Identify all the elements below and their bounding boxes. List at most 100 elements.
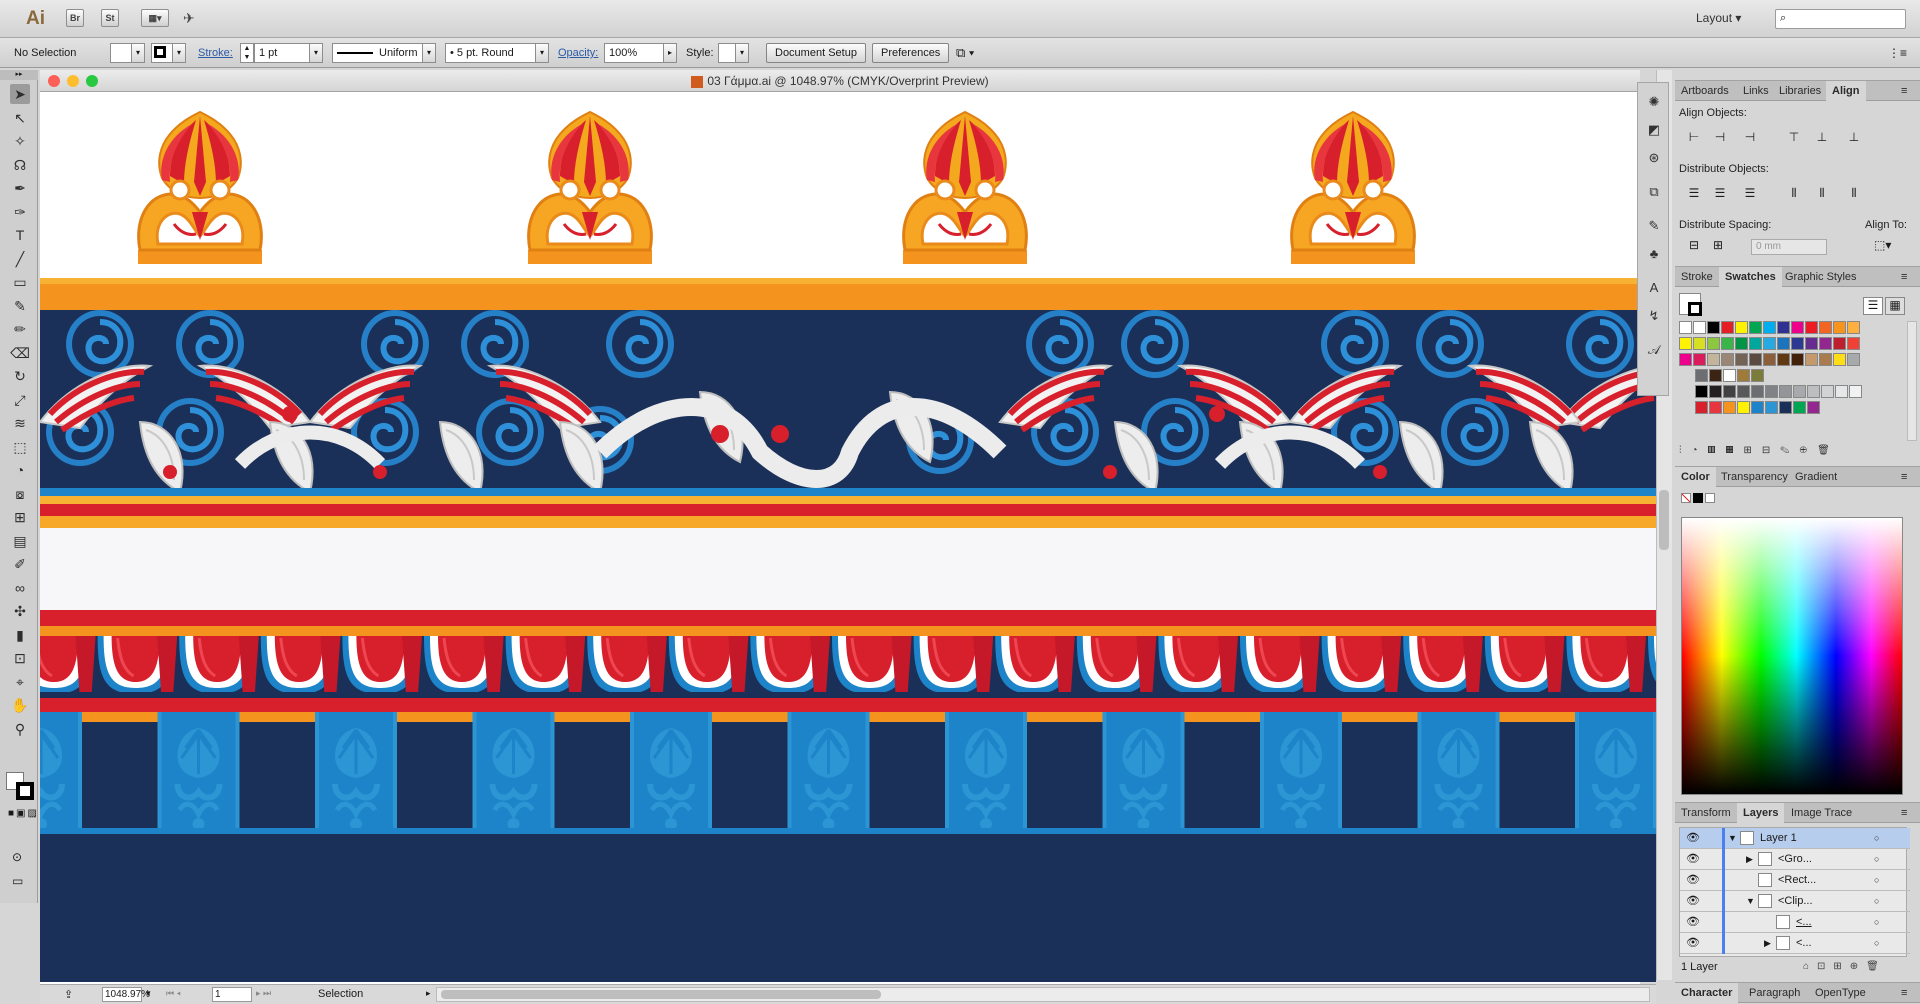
expand-triangle-icon[interactable]: ▶ [1746,849,1753,870]
tab-opentype[interactable]: OpenType [1809,983,1872,1003]
eyedropper-icon[interactable]: ✐ [10,554,30,574]
opacity-field[interactable]: 100% [604,43,664,63]
selection-icon[interactable]: ➤ [10,84,30,104]
swatch[interactable] [1763,337,1776,350]
stock-button[interactable]: St [101,9,119,27]
align-hcenter-icon[interactable]: ⊣ [1711,127,1729,145]
visibility-eye-icon[interactable]: 👁 [1686,912,1700,933]
zoom-dropdown-icon[interactable]: ▾ [146,988,151,999]
symbol-sprayer-icon[interactable]: ✣ [10,601,30,621]
zoom-window-button[interactable] [86,75,98,87]
swatch[interactable] [1707,337,1720,350]
layer-row-clip[interactable]: 👁 ▼ <Clip... ○ [1680,891,1910,912]
swatch[interactable] [1695,369,1708,382]
swatch[interactable] [1821,385,1834,398]
stroke-link[interactable]: Stroke: [198,45,233,63]
black-color-swatch[interactable] [1693,493,1703,503]
fill-stroke-proxy[interactable] [1679,293,1702,316]
swatch[interactable] [1763,353,1776,366]
symbols-icon[interactable]: ♣ [1645,245,1663,263]
horizontal-scroll-thumb[interactable] [441,990,881,999]
workspace-switcher[interactable]: Layout ▾ [1696,11,1741,25]
dist-right-icon[interactable]: ⫴ [1845,183,1863,201]
close-window-button[interactable] [48,75,60,87]
swatch[interactable] [1765,385,1778,398]
swatch[interactable] [1777,321,1790,334]
layer-row-path[interactable]: 👁 <... ○ [1680,912,1910,933]
graph-icon[interactable]: ▮ [10,625,30,645]
target-circle-icon[interactable]: ○ [1874,912,1879,933]
artboard-icon[interactable]: ⊡ [10,648,30,668]
hand-icon[interactable]: ✋ [10,695,30,715]
align-top-icon[interactable]: ⊤ [1785,127,1803,145]
tab-graphic-styles[interactable]: Graphic Styles [1779,267,1863,287]
align-vcenter-icon[interactable]: ⊥ [1813,127,1831,145]
spacing-value-field[interactable]: 0 mm [1751,239,1827,255]
swatches-menu-icon[interactable]: ≡ [1895,267,1913,287]
color-mode-icons[interactable]: ■▣▨ [8,808,39,819]
layer-row-sub[interactable]: 👁 ▶ <... ○ [1680,933,1910,954]
vertical-distribute-space-icon[interactable]: ⊟ [1685,237,1703,255]
swatch[interactable] [1849,385,1862,398]
swatches-scrollbar[interactable] [1907,321,1917,441]
expand-triangle-icon[interactable]: ▶ [1764,933,1771,954]
swatch[interactable] [1721,337,1734,350]
align-to-selection-icon[interactable]: ⬚▾ [1873,237,1891,255]
brush-dropdown[interactable]: ▾ [535,43,549,63]
tab-color[interactable]: Color [1675,467,1716,487]
free-transform-icon[interactable]: ⬚ [10,437,30,457]
swatch[interactable] [1807,385,1820,398]
layers-menu-icon[interactable]: ≡ [1895,803,1913,823]
swatch[interactable] [1805,353,1818,366]
swatch[interactable] [1735,321,1748,334]
dist-bottom-icon[interactable]: ☰ [1741,183,1759,201]
swatch[interactable] [1751,369,1764,382]
rotate-icon[interactable]: ↻ [10,366,30,386]
swatch[interactable] [1847,353,1860,366]
swatch[interactable] [1707,321,1720,334]
expand-triangle-icon[interactable]: ▼ [1746,891,1755,912]
next-artboard-icon[interactable]: ▸ ⏭ [256,988,271,999]
dist-hcenter-icon[interactable]: ⫴ [1813,183,1831,201]
list-view-icon[interactable]: ☰ [1863,297,1883,315]
drawing-mode-icon[interactable]: ⊙ [12,850,22,864]
pencil-icon[interactable]: ✏ [10,319,30,339]
swatch[interactable] [1751,385,1764,398]
white-color-swatch[interactable] [1705,493,1715,503]
bridge-button[interactable]: Br [66,9,84,27]
swatch[interactable] [1709,385,1722,398]
direct-selection-icon[interactable]: ↖ [10,108,30,128]
swatch[interactable] [1721,353,1734,366]
shape-builder-icon[interactable]: ◔ [10,460,30,480]
thumbnail-view-icon[interactable]: ▦ [1885,297,1905,315]
layer-row-rect[interactable]: 👁 <Rect... ○ [1680,870,1910,891]
preferences-button[interactable]: Preferences [872,43,950,63]
swatch[interactable] [1679,321,1692,334]
glyphs-icon[interactable]: 𝒜 [1645,341,1663,359]
swatch[interactable] [1777,353,1790,366]
none-color-swatch[interactable] [1681,493,1691,503]
target-circle-icon[interactable]: ○ [1874,933,1879,954]
dist-vcenter-icon[interactable]: ☰ [1711,183,1729,201]
swatch[interactable] [1695,385,1708,398]
variable-width-profile[interactable]: Uniform [332,43,423,63]
swatch[interactable] [1833,337,1846,350]
brushes-icon[interactable]: ✎ [1645,217,1663,235]
gradient-icon[interactable]: ▤ [10,531,30,551]
swatch[interactable] [1791,321,1804,334]
visibility-eye-icon[interactable]: 👁 [1686,870,1700,891]
swatch[interactable] [1749,337,1762,350]
stroke-weight-field[interactable]: 1 pt [254,43,310,63]
blend-icon[interactable]: ∞ [10,578,30,598]
graphic-style-swatch[interactable] [718,43,736,63]
swatch[interactable] [1763,321,1776,334]
opacity-link[interactable]: Opacity: [558,45,598,63]
tab-transform[interactable]: Transform [1675,803,1737,823]
swatch[interactable] [1847,337,1860,350]
zoom-field[interactable]: 1048.97% [102,987,150,1002]
tab-artboards[interactable]: Artboards [1675,81,1735,101]
gpu-performance-icon[interactable]: ✈ [183,10,195,27]
align-right-icon[interactable]: ⊣ [1741,127,1759,145]
swatch[interactable] [1737,369,1750,382]
profile-dropdown[interactable]: ▾ [422,43,436,63]
